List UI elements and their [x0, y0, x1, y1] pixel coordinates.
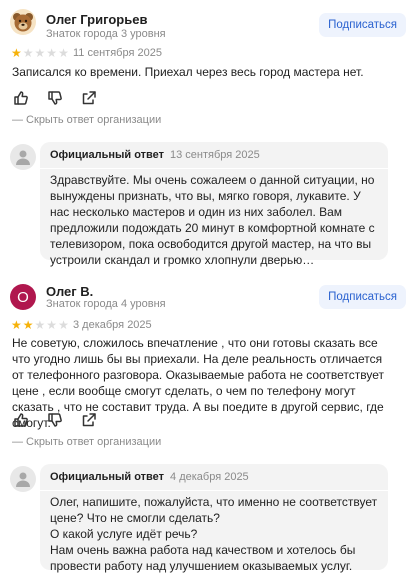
official-reply: Официальный ответ 13 сентября 2025 Здравс… — [40, 142, 388, 267]
star-empty-icon: ★ — [58, 46, 69, 60]
reply-label: Официальный ответ — [50, 149, 165, 161]
reply-label: Официальный ответ — [50, 471, 165, 483]
bear-avatar-icon[interactable] — [10, 9, 36, 35]
author-name[interactable]: Олег В. — [46, 284, 93, 299]
review-date: 11 сентября 2025 — [73, 47, 162, 59]
reply-text: Олег, напишите, пожалуйста, что именно н… — [50, 495, 378, 573]
divider — [40, 168, 388, 169]
share-icon[interactable] — [80, 411, 98, 429]
divider — [40, 490, 388, 491]
official-reply: Официальный ответ 4 декабря 2025 Олег, на… — [40, 464, 388, 573]
star-empty-icon: ★ — [22, 46, 34, 60]
rating-stars: ★ ★ ★ ★ ★ — [11, 319, 69, 331]
review-text: Записался ко времени. Приехал через весь… — [12, 65, 364, 79]
reply-header: Официальный ответ 13 сентября 2025 — [50, 149, 260, 161]
reply-date: 13 сентября 2025 — [170, 149, 260, 161]
star-empty-icon: ★ — [34, 46, 46, 60]
hide-reply-toggle[interactable]: — Скрыть ответ организации — [12, 114, 161, 126]
share-icon[interactable] — [80, 89, 98, 107]
reply-text: Здравствуйте. Мы очень сожалеем о данной… — [50, 173, 375, 267]
avatar[interactable]: О — [10, 284, 36, 310]
author-level: Знаток города 3 уровня — [46, 28, 166, 40]
author-name[interactable]: Олег Григорьев — [46, 12, 147, 27]
organization-avatar-icon — [10, 144, 36, 170]
star-empty-icon: ★ — [46, 318, 58, 332]
star-filled-icon: ★ — [11, 318, 22, 332]
subscribe-button[interactable]: Подписаться — [319, 13, 406, 37]
hide-reply-toggle[interactable]: — Скрыть ответ организации — [12, 436, 161, 448]
author-level: Знаток города 4 уровня — [46, 298, 166, 310]
subscribe-button[interactable]: Подписаться — [319, 285, 406, 309]
reply-date: 4 декабря 2025 — [170, 471, 249, 483]
rating-stars: ★ ★ ★ ★ ★ — [11, 47, 69, 59]
dislike-icon[interactable] — [46, 411, 64, 429]
star-empty-icon: ★ — [46, 46, 58, 60]
review-actions — [12, 411, 98, 429]
dislike-icon[interactable] — [46, 89, 64, 107]
star-empty-icon: ★ — [58, 318, 69, 332]
star-empty-icon: ★ — [34, 318, 46, 332]
review-date: 3 декабря 2025 — [73, 319, 152, 331]
review-actions — [12, 89, 98, 107]
like-icon[interactable] — [12, 89, 30, 107]
star-filled-icon: ★ — [22, 318, 34, 332]
like-icon[interactable] — [12, 411, 30, 429]
organization-avatar-icon — [10, 466, 36, 492]
reply-header: Официальный ответ 4 декабря 2025 — [50, 471, 249, 483]
star-filled-icon: ★ — [11, 46, 22, 60]
